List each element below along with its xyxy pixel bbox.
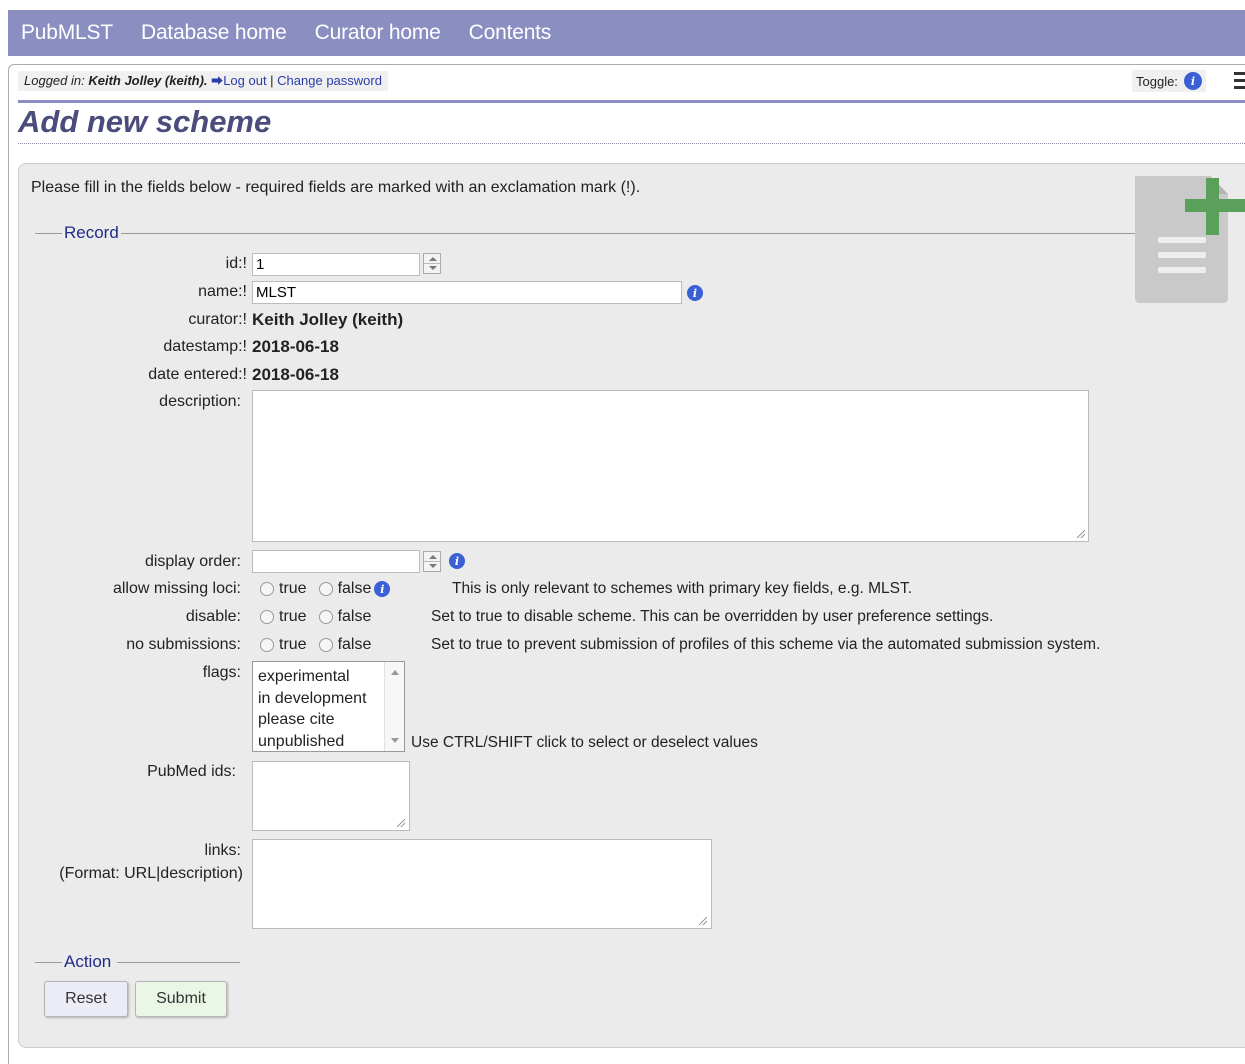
nav-database-home[interactable]: Database home: [141, 21, 287, 45]
description-field[interactable]: [252, 390, 1089, 542]
disable-true-label[interactable]: true: [279, 608, 307, 626]
links-format-hint: (Format: URL|description): [59, 865, 243, 882]
allow-missing-loci-false-label[interactable]: false: [338, 580, 372, 598]
toggle-label: Toggle:: [1136, 73, 1178, 89]
no-submissions-note: Set to true to prevent submission of pro…: [431, 636, 1101, 653]
flags-listbox[interactable]: experimental in development please cite …: [252, 661, 405, 752]
hamburger-menu-icon[interactable]: [1234, 72, 1245, 92]
description-resize-grip[interactable]: [1077, 530, 1085, 538]
nav-pubmlst[interactable]: PubMLST: [21, 21, 113, 45]
change-password-link[interactable]: Change password: [277, 73, 382, 88]
name-label: name:!: [198, 283, 247, 300]
login-bar: Logged in: Keith Jolley (keith). ⮕Log ou…: [18, 71, 388, 91]
no-submissions-true-label[interactable]: true: [279, 636, 307, 654]
top-nav-bar: PubMLST Database home Curator home Conte…: [8, 10, 1245, 56]
disable-note: Set to true to disable scheme. This can …: [431, 608, 994, 625]
logged-in-label: Logged in:: [24, 73, 89, 88]
description-label: description:: [159, 393, 241, 410]
disable-true-radio[interactable]: [260, 610, 274, 624]
name-info-icon[interactable]: i: [687, 285, 703, 301]
action-legend-line-right: [117, 962, 240, 963]
allow-missing-loci-note: This is only relevant to schemes with pr…: [452, 580, 912, 597]
date-entered-value: 2018-06-18: [252, 365, 339, 384]
curator-value: Keith Jolley (keith): [252, 310, 404, 329]
id-label: id:!: [225, 255, 247, 272]
title-underline: [18, 143, 1245, 144]
allow-missing-loci-true-radio[interactable]: [260, 582, 274, 596]
pubmed-label: PubMed ids:: [147, 763, 236, 780]
record-legend-line-left: [35, 233, 63, 234]
nav-contents[interactable]: Contents: [469, 21, 552, 45]
disable-false-radio[interactable]: [318, 610, 333, 624]
links-label: links:: [204, 842, 241, 859]
disable-false-label[interactable]: false: [338, 608, 372, 626]
logged-in-user: Keith Jolley (keith).: [88, 73, 208, 88]
no-submissions-radios: true false: [260, 636, 371, 654]
action-legend: Action: [62, 952, 114, 972]
add-record-icon: [1135, 176, 1245, 303]
allow-missing-loci-true-label[interactable]: true: [279, 580, 307, 598]
disable-radios: true false: [260, 608, 371, 626]
logout-icon[interactable]: ⮕: [211, 74, 223, 88]
display-order-stepper[interactable]: [423, 551, 441, 572]
date-entered-label: date entered:!: [148, 366, 247, 383]
no-submissions-false-radio[interactable]: [318, 638, 333, 652]
name-input[interactable]: [252, 281, 682, 304]
no-submissions-false-label[interactable]: false: [338, 636, 372, 654]
submit-button[interactable]: Submit: [135, 981, 227, 1017]
allow-missing-loci-label: allow missing loci:: [112, 580, 241, 597]
id-input[interactable]: [252, 253, 420, 276]
allow-missing-loci-radios: true false i: [260, 580, 391, 598]
toggle-help[interactable]: Toggle: i: [1132, 70, 1206, 92]
form-intro-text: Please fill in the fields below - requir…: [31, 179, 641, 196]
id-stepper[interactable]: [423, 253, 441, 274]
pubmed-resize-grip[interactable]: [397, 819, 405, 827]
flags-label: flags:: [202, 664, 241, 681]
links-field[interactable]: [252, 839, 712, 929]
flags-scrollbar[interactable]: [384, 662, 404, 751]
flags-option[interactable]: unpublished: [253, 731, 404, 752]
pubmed-ids-field[interactable]: [252, 761, 410, 831]
title-rule: [18, 100, 1245, 103]
disable-label: disable:: [185, 608, 241, 625]
logout-link[interactable]: Log out: [223, 73, 266, 88]
scroll-down-icon[interactable]: [391, 738, 399, 743]
record-legend: Record: [62, 223, 121, 243]
flags-option[interactable]: in development: [253, 688, 404, 710]
flags-option[interactable]: experimental: [253, 666, 404, 688]
scroll-up-icon[interactable]: [391, 670, 399, 675]
nav-curator-home[interactable]: Curator home: [315, 21, 441, 45]
flags-option[interactable]: please cite: [253, 709, 404, 731]
curator-label: curator:!: [188, 311, 247, 328]
no-submissions-label: no submissions:: [126, 636, 241, 653]
page-title: Add new scheme: [18, 104, 272, 139]
datestamp-value: 2018-06-18: [252, 337, 339, 356]
display-order-label: display order:: [144, 553, 241, 570]
links-resize-grip[interactable]: [699, 917, 707, 925]
info-icon[interactable]: i: [1183, 72, 1202, 90]
login-separator: |: [266, 73, 278, 88]
reset-button[interactable]: Reset: [44, 981, 128, 1017]
action-legend-line-left: [35, 962, 63, 963]
no-submissions-true-radio[interactable]: [260, 638, 274, 652]
flags-note: Use CTRL/SHIFT click to select or desele…: [411, 734, 758, 751]
datestamp-label: datestamp:!: [163, 338, 247, 355]
display-order-input[interactable]: [252, 550, 420, 573]
allow-missing-loci-info-icon[interactable]: i: [374, 581, 391, 597]
record-legend-line-right: [120, 233, 1135, 234]
allow-missing-loci-false-radio[interactable]: [318, 582, 333, 596]
display-order-info-icon[interactable]: i: [449, 553, 465, 569]
